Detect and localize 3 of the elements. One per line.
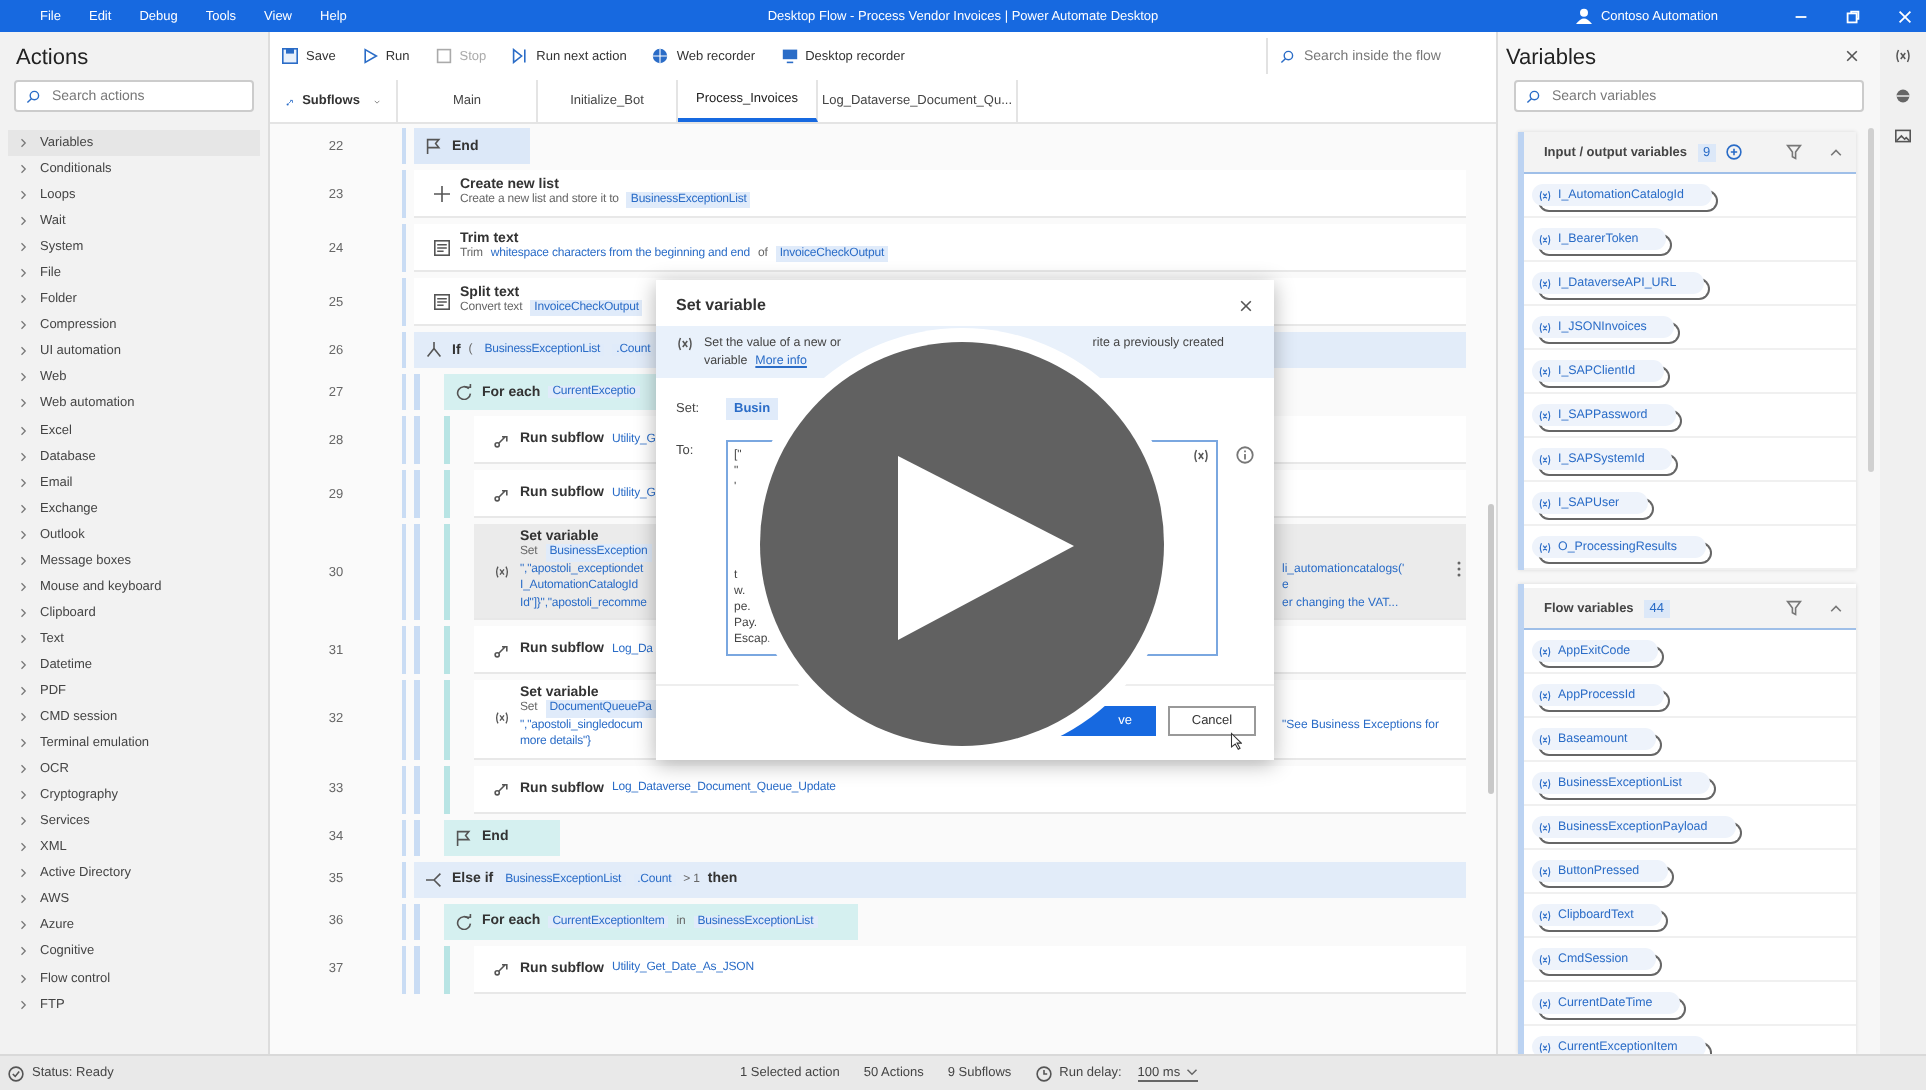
panel-title: Variables xyxy=(1504,44,1599,74)
panel-title: Actions xyxy=(14,44,91,74)
dialog-title: Set variable xyxy=(676,296,766,314)
